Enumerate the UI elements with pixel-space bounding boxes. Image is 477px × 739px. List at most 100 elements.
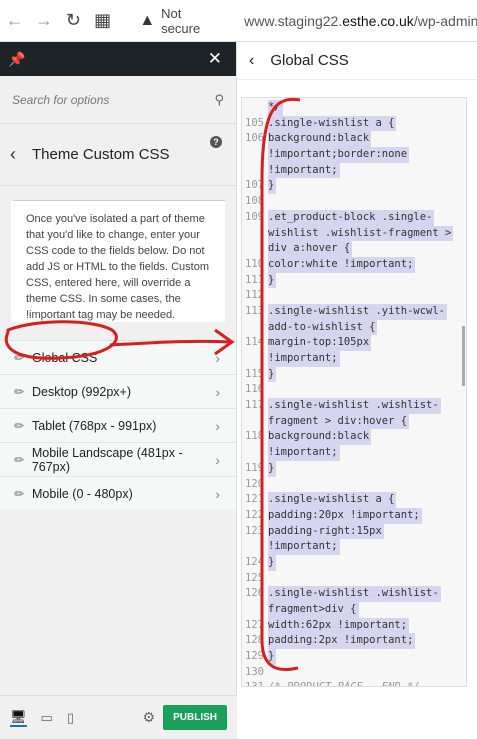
menu-item-desktop[interactable]: ✏ Desktop (992px+) › bbox=[0, 374, 236, 408]
code-text: fragment > div:hover { bbox=[268, 413, 410, 430]
line-number: 128 bbox=[245, 634, 264, 647]
code-line[interactable]: 122 padding:20px !important; bbox=[242, 507, 466, 524]
code-line[interactable]: wishlist .wishlist-fragment > bbox=[242, 225, 466, 242]
code-text: padding:2px !important; bbox=[268, 633, 416, 650]
code-text: .single-wishlist .wishlist- bbox=[268, 586, 441, 603]
menu-item-label: Mobile (0 - 480px) bbox=[32, 486, 133, 501]
css-code-editor[interactable]: */105 .single-wishlist a {106 background:… bbox=[241, 97, 467, 687]
sidebar-footer: 🖥 ▭ ▯ ⚙ PUBLISH bbox=[0, 695, 237, 739]
chevron-right-icon: › bbox=[215, 451, 220, 468]
code-text: } bbox=[268, 554, 277, 571]
code-line[interactable]: 126 .single-wishlist .wishlist- bbox=[242, 586, 466, 603]
code-line[interactable]: !important; bbox=[242, 539, 466, 555]
reload-icon[interactable]: ↻ bbox=[59, 10, 88, 31]
code-line[interactable]: 121 .single-wishlist a { bbox=[242, 492, 466, 508]
menu-item-mobile-landscape[interactable]: ✏ Mobile Landscape (481px - 767px) › bbox=[0, 442, 236, 476]
code-line[interactable]: 129} bbox=[242, 649, 466, 665]
menu-item-tablet[interactable]: ✏ Tablet (768px - 991px) › bbox=[0, 408, 236, 442]
menu-item-mobile[interactable]: ✏ Mobile (0 - 480px) › bbox=[0, 476, 236, 510]
back-arrow-icon[interactable]: ← bbox=[0, 10, 29, 31]
code-line[interactable]: 108 bbox=[242, 194, 466, 210]
security-indicator[interactable]: ▲ Not secure bbox=[139, 6, 222, 36]
scrollbar[interactable] bbox=[462, 326, 465, 386]
gear-icon[interactable]: ⚙ bbox=[143, 709, 156, 726]
line-number: 122 bbox=[245, 508, 264, 521]
address-bar[interactable]: www.staging22.esthe.co.uk/wp-admin/ bbox=[244, 13, 477, 29]
code-line[interactable]: 130 bbox=[242, 665, 466, 681]
line-number: 118 bbox=[245, 430, 264, 443]
help-icon[interactable]: ? bbox=[210, 136, 222, 148]
code-line[interactable]: 115} bbox=[242, 366, 466, 383]
code-line[interactable]: 127 width:62px !important; bbox=[242, 617, 466, 634]
url-domain: esthe.co.uk bbox=[342, 12, 414, 29]
code-line[interactable]: 119} bbox=[242, 460, 466, 477]
code-line[interactable]: !important; bbox=[242, 351, 466, 367]
line-number: 121 bbox=[245, 493, 264, 506]
code-text: } bbox=[268, 460, 277, 477]
code-text: !important; bbox=[268, 539, 340, 555]
tablet-preview-icon[interactable]: ▭ bbox=[41, 710, 53, 726]
code-line[interactable]: 114 margin-top:105px bbox=[242, 335, 466, 352]
desktop-preview-icon[interactable]: 🖥 bbox=[10, 709, 27, 727]
mobile-preview-icon[interactable]: ▯ bbox=[67, 710, 74, 726]
code-line[interactable]: 118 background:black bbox=[242, 429, 466, 446]
code-text: .et_product-block .single- bbox=[268, 209, 435, 226]
code-line[interactable]: 113 .single-wishlist .yith-wcwl- bbox=[242, 303, 466, 320]
search-icon[interactable]: ⚲ bbox=[214, 92, 224, 108]
code-text: !important; bbox=[268, 162, 340, 179]
code-line[interactable]: 107} bbox=[242, 178, 466, 195]
line-number: 106 bbox=[245, 132, 264, 145]
code-text: } bbox=[268, 649, 277, 665]
code-text: add-to-wishlist { bbox=[268, 319, 378, 336]
code-text: background:black bbox=[268, 131, 372, 148]
chevron-right-icon: › bbox=[215, 417, 220, 434]
code-line[interactable]: 120 bbox=[242, 477, 466, 493]
chevron-right-icon: › bbox=[215, 383, 220, 400]
code-line[interactable]: 131/* PRODUCT PAGE - END */ bbox=[242, 680, 466, 686]
code-text: color:white !important; bbox=[268, 256, 416, 273]
code-line[interactable]: 112 bbox=[242, 288, 466, 304]
code-line[interactable]: fragment > div:hover { bbox=[242, 413, 466, 430]
code-line[interactable]: 128 padding:2px !important; bbox=[242, 633, 466, 650]
menu-item-global-css[interactable]: ✏ Global CSS › bbox=[0, 340, 236, 374]
search-input[interactable]: Search for options ⚲ bbox=[0, 76, 236, 124]
code-line[interactable]: 125 bbox=[242, 571, 466, 587]
code-text: !important;border:none bbox=[268, 147, 410, 163]
chevron-right-icon: › bbox=[215, 485, 220, 502]
code-line[interactable]: fragment>div { bbox=[242, 602, 466, 618]
menu-item-label: Mobile Landscape (481px - 767px) bbox=[31, 445, 183, 474]
code-line[interactable]: add-to-wishlist { bbox=[242, 319, 466, 336]
forward-arrow-icon[interactable]: → bbox=[29, 10, 58, 31]
line-number: 125 bbox=[245, 571, 264, 584]
back-chevron-icon[interactable]: ‹ bbox=[249, 52, 254, 70]
publish-button[interactable]: PUBLISH bbox=[163, 705, 227, 730]
code-line[interactable]: */ bbox=[242, 100, 466, 116]
pin-icon[interactable]: 📌 bbox=[8, 51, 25, 68]
line-number: 123 bbox=[245, 524, 264, 537]
line-number: 114 bbox=[245, 336, 264, 349]
code-line[interactable]: 110 color:white !important; bbox=[242, 256, 466, 273]
back-chevron-icon[interactable]: ‹ bbox=[10, 144, 16, 165]
code-line[interactable]: div a:hover { bbox=[242, 241, 466, 257]
line-number: 120 bbox=[245, 477, 264, 490]
code-line[interactable]: !important;border:none bbox=[242, 147, 466, 163]
security-label: Not secure bbox=[161, 5, 201, 36]
line-number: 113 bbox=[245, 304, 264, 317]
code-line[interactable]: !important; bbox=[242, 162, 466, 179]
code-line[interactable]: 123 padding-right:15px bbox=[242, 523, 466, 540]
code-line[interactable]: 124} bbox=[242, 554, 466, 571]
code-line[interactable]: 117 .single-wishlist .wishlist- bbox=[242, 398, 466, 414]
code-line[interactable]: !important; bbox=[242, 445, 466, 461]
code-line[interactable]: 111} bbox=[242, 272, 466, 289]
line-number: 108 bbox=[245, 195, 264, 208]
code-line[interactable]: 116 bbox=[242, 382, 466, 398]
close-icon[interactable]: ✕ bbox=[208, 49, 222, 69]
menu-item-label: Desktop (992px+) bbox=[32, 384, 132, 399]
code-text: width:62px !important; bbox=[268, 617, 410, 634]
chevron-right-icon: › bbox=[215, 349, 220, 366]
code-line[interactable]: 109 .et_product-block .single- bbox=[242, 209, 466, 226]
code-line[interactable]: 106 background:black bbox=[242, 131, 466, 148]
apps-grid-icon[interactable]: ▦ bbox=[88, 10, 117, 31]
line-number: 126 bbox=[245, 587, 264, 600]
code-line[interactable]: 105 .single-wishlist a { bbox=[242, 115, 466, 132]
